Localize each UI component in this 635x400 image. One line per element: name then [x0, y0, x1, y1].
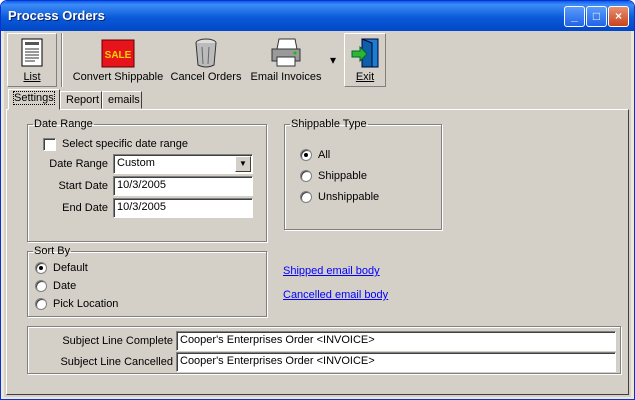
end-date-label: End Date [62, 202, 108, 214]
email-invoices-label: Email Invoices [250, 71, 322, 83]
exit-door-icon [351, 38, 379, 68]
email-invoices-button[interactable]: Email Invoices [246, 33, 326, 87]
shipped-email-body-link[interactable]: Shipped email body [283, 265, 380, 277]
subject-complete-label: Subject Line Complete [62, 335, 173, 347]
start-date-field[interactable]: 10/3/2005 [113, 176, 253, 196]
tab-report-label: Report [66, 94, 100, 106]
subject-complete-value: Cooper's Enterprises Order <INVOICE> [180, 334, 375, 346]
toolbar-separator [61, 33, 63, 87]
exit-button[interactable]: Exit [344, 33, 386, 87]
subject-complete-field[interactable]: Cooper's Enterprises Order <INVOICE> [176, 331, 616, 351]
printer-icon [271, 38, 301, 67]
sort-default-label: Default [53, 262, 88, 274]
tab-emails[interactable]: emails [102, 91, 142, 109]
subject-cancelled-value: Cooper's Enterprises Order <INVOICE> [180, 355, 375, 367]
list-document-icon [21, 38, 43, 67]
minimize-button[interactable]: _ [564, 6, 585, 27]
shippable-type-legend: Shippable Type [291, 118, 367, 130]
subject-cancelled-field[interactable]: Cooper's Enterprises Order <INVOICE> [176, 352, 616, 372]
tab-settings-label: Settings [13, 91, 55, 105]
settings-panel: Date Range Select specific date range Da… [6, 109, 629, 395]
trash-can-icon [195, 38, 217, 68]
title-bar[interactable]: Process Orders _ □ × [1, 1, 634, 31]
tab-settings[interactable]: Settings [8, 89, 60, 110]
shippable-type-shippable-radio[interactable] [300, 170, 312, 182]
start-date-value: 10/3/2005 [117, 179, 166, 191]
sort-pick-location-label: Pick Location [53, 298, 119, 310]
email-invoices-dropdown[interactable]: ▾ [328, 53, 338, 73]
client-area: List SALE Convert Shippable Cancel Order… [4, 31, 631, 397]
cancel-orders-label: Cancel Orders [170, 71, 242, 83]
tab-report[interactable]: Report [60, 91, 102, 109]
end-date-value: 10/3/2005 [117, 201, 166, 213]
shippable-type-all-label: All [318, 149, 331, 161]
window-title: Process Orders [8, 8, 105, 23]
convert-shippable-button[interactable]: SALE Convert Shippable [70, 33, 166, 87]
specific-date-range-checkbox[interactable] [43, 138, 56, 151]
sale-tag-text: SALE [105, 50, 132, 61]
date-range-label: Date Range [49, 158, 108, 170]
shippable-type-unshippable-radio[interactable] [300, 191, 312, 203]
exit-label: Exit [355, 71, 375, 83]
cancelled-email-body-link[interactable]: Cancelled email body [283, 289, 388, 301]
cancel-orders-button[interactable]: Cancel Orders [168, 33, 244, 87]
shippable-type-shippable-label: Shippable [318, 170, 367, 182]
date-range-select[interactable]: Custom ▼ [113, 154, 253, 174]
shippable-type-unshippable-label: Unshippable [318, 191, 380, 203]
end-date-field[interactable]: 10/3/2005 [113, 198, 253, 218]
list-button[interactable]: List [7, 33, 57, 87]
sort-pick-location-radio[interactable] [35, 298, 47, 310]
sort-date-label: Date [53, 280, 77, 292]
date-range-legend: Date Range [34, 118, 93, 130]
subject-cancelled-label: Subject Line Cancelled [60, 356, 173, 368]
start-date-label: Start Date [58, 180, 108, 192]
list-label: List [23, 71, 41, 83]
sort-date-radio[interactable] [35, 280, 47, 292]
date-range-value: Custom [117, 157, 155, 169]
chevron-down-icon[interactable]: ▼ [235, 156, 251, 172]
specific-date-range-label: Select specific date range [62, 138, 188, 150]
shippable-type-all-radio[interactable] [300, 149, 312, 161]
convert-shippable-label: Convert Shippable [72, 71, 164, 83]
close-button[interactable]: × [608, 6, 629, 27]
sort-by-legend: Sort By [34, 245, 71, 257]
maximize-button[interactable]: □ [586, 6, 607, 27]
sort-default-radio[interactable] [35, 262, 47, 274]
tab-emails-label: emails [108, 94, 140, 106]
sale-tag-icon: SALE [101, 39, 135, 68]
process-orders-window: Process Orders _ □ × List SALE Convert S… [0, 0, 635, 400]
